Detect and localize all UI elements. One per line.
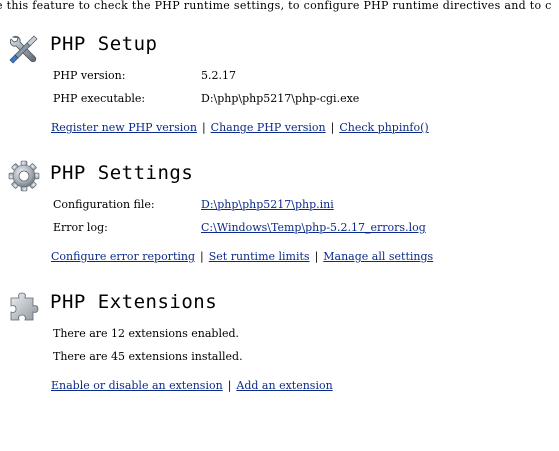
separator: | [330, 121, 335, 134]
php-setup-title: PHP Setup [50, 33, 158, 55]
config-file-row: Configuration file: D:\php\php5217\php.in… [53, 198, 334, 212]
separator: | [200, 250, 204, 263]
extensions-actions: Enable or disable an extension | Add an ex… [51, 379, 333, 393]
gear-icon [8, 160, 40, 192]
extensions-enabled-text: There are 12 extensions enabled. [53, 327, 240, 340]
setup-actions: Register new PHP version | Change PHP vers… [51, 121, 429, 135]
change-php-version-link[interactable]: Change PHP version [211, 121, 326, 134]
enable-disable-extension-link[interactable]: Enable or disable an extension [51, 379, 223, 392]
separator: | [227, 379, 232, 392]
error-log-row: Error log: C:\Windows\Temp\php-5.2.17_err… [53, 221, 426, 235]
extensions-installed-text: There are 45 extensions installed. [53, 350, 243, 363]
set-runtime-limits-link[interactable]: Set runtime limits [209, 250, 310, 263]
php-executable-row: PHP executable: D:\php\php5217\php-cgi.ex… [53, 92, 359, 106]
puzzle-piece-icon [8, 289, 40, 321]
configure-error-reporting-link[interactable]: Configure error reporting [51, 250, 195, 263]
add-extension-link[interactable]: Add an extension [236, 379, 332, 392]
error-log-link[interactable]: C:\Windows\Temp\php-5.2.17_errors.log [201, 221, 426, 235]
php-version-value: 5.2.17 [201, 69, 236, 82]
separator: | [201, 121, 206, 134]
php-executable-value: D:\php\php5217\php-cgi.exe [201, 92, 360, 105]
tools-icon [8, 33, 40, 65]
intro-text: e this feature to check the PHP runtime … [0, 0, 552, 12]
php-extensions-title: PHP Extensions [50, 291, 218, 313]
php-settings-title: PHP Settings [50, 162, 194, 184]
config-file-link[interactable]: D:\php\php5217\php.ini [201, 198, 334, 212]
register-php-version-link[interactable]: Register new PHP version [51, 121, 197, 134]
error-log-label: Error log: [53, 221, 108, 234]
config-file-label: Configuration file: [53, 198, 155, 211]
check-phpinfo-link[interactable]: Check phpinfo() [339, 121, 428, 134]
manage-all-settings-link[interactable]: Manage all settings [323, 250, 433, 263]
php-executable-label: PHP executable: [53, 92, 146, 105]
settings-actions: Configure error reporting | Set runtime li… [51, 250, 433, 264]
php-version-label: PHP version: [53, 69, 126, 82]
php-version-row: PHP version: 5.2.17 [53, 69, 236, 83]
separator: | [314, 250, 319, 263]
